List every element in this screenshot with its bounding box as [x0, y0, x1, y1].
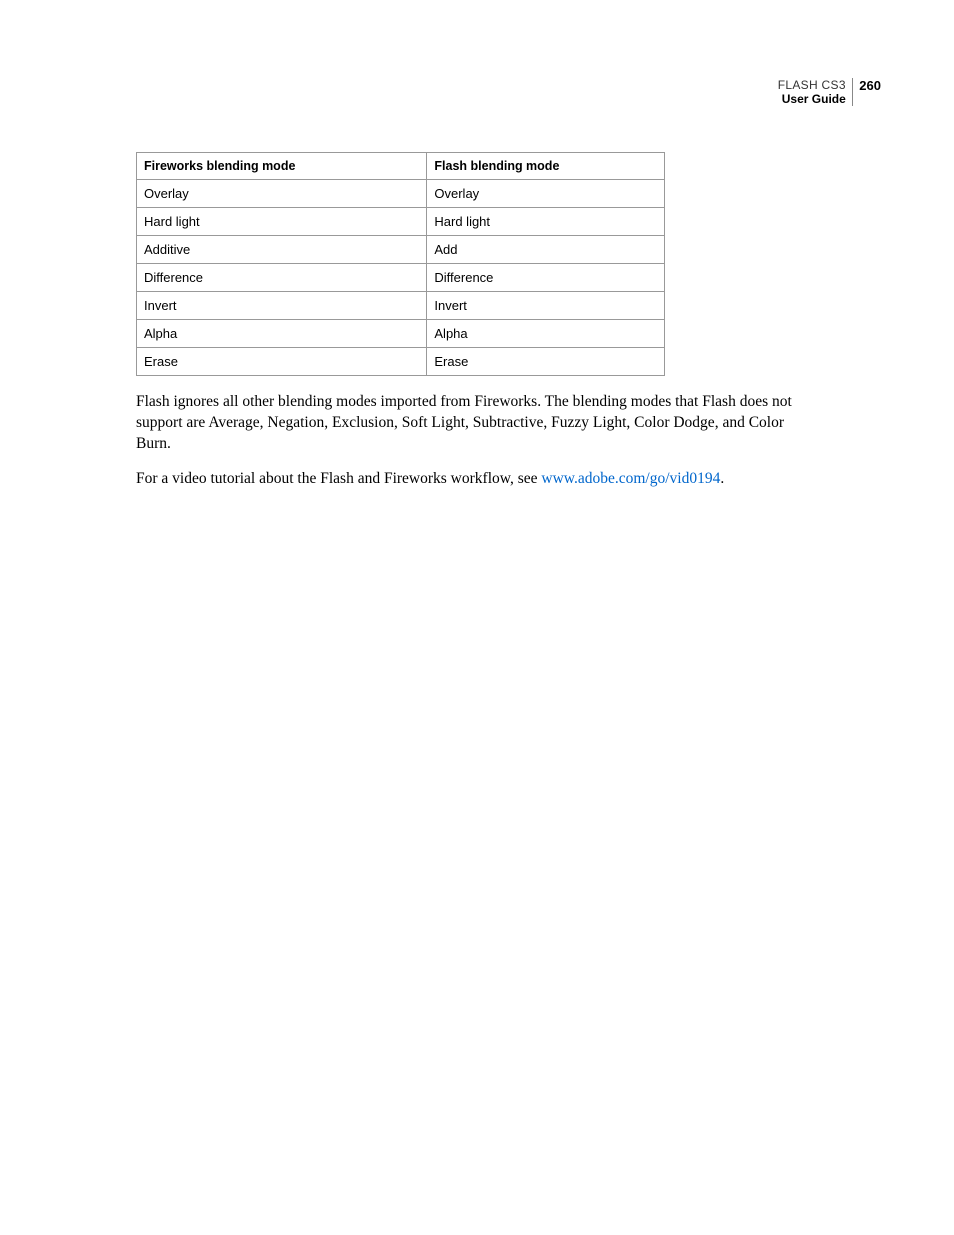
blending-modes-table: Fireworks blending mode Flash blending m…	[136, 152, 665, 376]
table-cell: Erase	[137, 348, 427, 376]
product-name: FLASH CS3	[778, 78, 846, 92]
table-cell: Add	[427, 236, 665, 264]
table-cell: Erase	[427, 348, 665, 376]
table-cell: Alpha	[427, 320, 665, 348]
guide-label: User Guide	[782, 92, 846, 106]
p2-suffix: .	[720, 470, 724, 487]
table-cell: Invert	[427, 292, 665, 320]
table-cell: Difference	[137, 264, 427, 292]
tutorial-link[interactable]: www.adobe.com/go/vid0194	[541, 470, 720, 487]
table-cell: Hard light	[137, 208, 427, 236]
table-header-col2: Flash blending mode	[427, 153, 665, 180]
table-row: Overlay Overlay	[137, 180, 665, 208]
table-cell: Overlay	[137, 180, 427, 208]
page-content: Fireworks blending mode Flash blending m…	[136, 152, 819, 504]
paragraph-1: Flash ignores all other blending modes i…	[136, 392, 819, 455]
table-cell: Hard light	[427, 208, 665, 236]
table-header-row: Fireworks blending mode Flash blending m…	[137, 153, 665, 180]
table-cell: Alpha	[137, 320, 427, 348]
paragraph-2: For a video tutorial about the Flash and…	[136, 469, 819, 490]
table-cell: Difference	[427, 264, 665, 292]
table-row: Alpha Alpha	[137, 320, 665, 348]
table-cell: Additive	[137, 236, 427, 264]
table-header-col1: Fireworks blending mode	[137, 153, 427, 180]
table-row: Erase Erase	[137, 348, 665, 376]
table-row: Additive Add	[137, 236, 665, 264]
body-text: Flash ignores all other blending modes i…	[136, 392, 819, 490]
table-cell: Invert	[137, 292, 427, 320]
table-row: Difference Difference	[137, 264, 665, 292]
header-labels: FLASH CS3 User Guide	[778, 78, 852, 106]
table-cell: Overlay	[427, 180, 665, 208]
page-header: FLASH CS3 User Guide 260	[778, 78, 881, 106]
table-row: Invert Invert	[137, 292, 665, 320]
table-row: Hard light Hard light	[137, 208, 665, 236]
page-number: 260	[853, 78, 881, 106]
p2-prefix: For a video tutorial about the Flash and…	[136, 470, 541, 487]
